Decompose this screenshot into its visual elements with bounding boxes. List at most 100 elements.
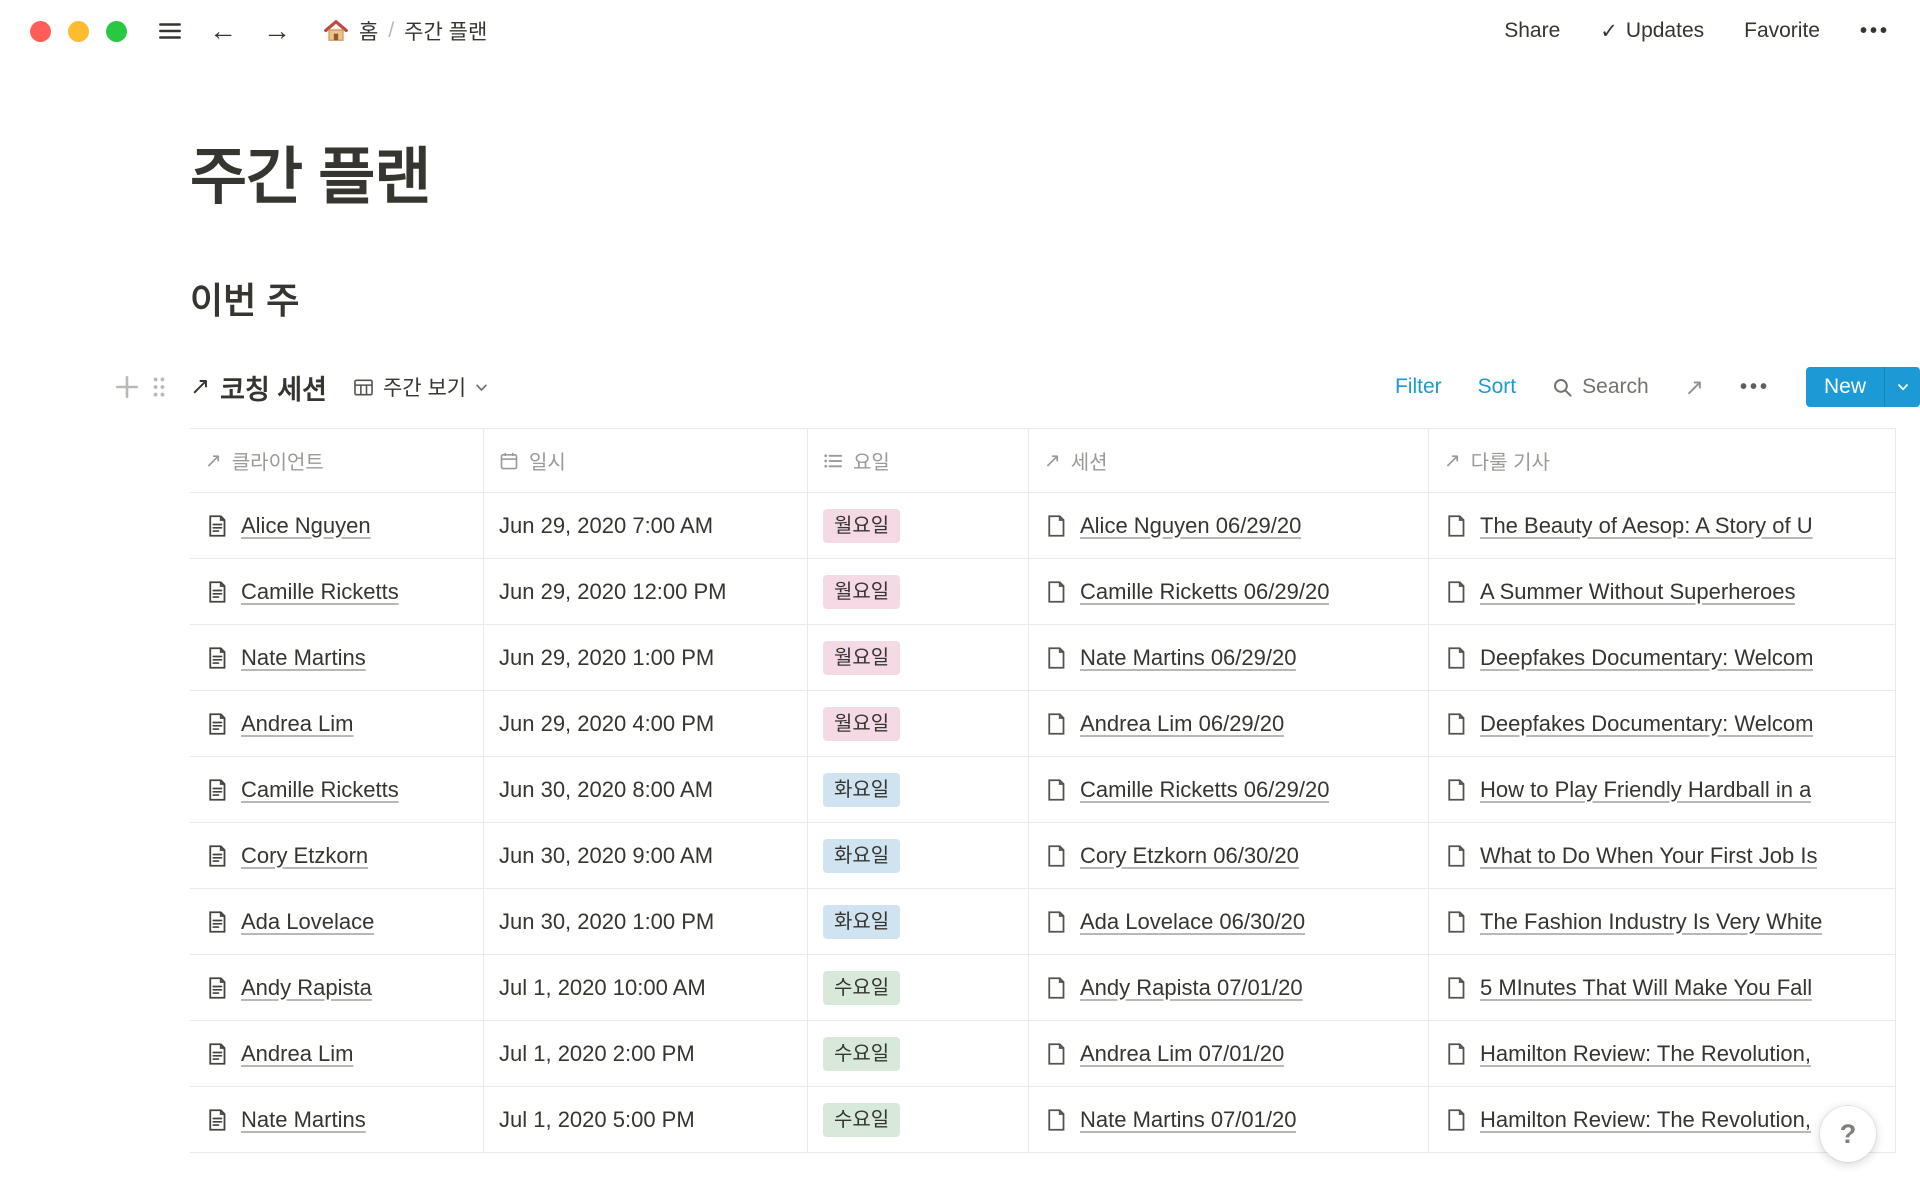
session-link[interactable]: Andy Rapista 07/01/20 <box>1080 975 1303 1001</box>
add-block-icon[interactable] <box>114 374 140 400</box>
article-link[interactable]: What to Do When Your First Job Is <box>1480 843 1817 869</box>
share-button[interactable]: Share <box>1504 19 1560 43</box>
cell-article[interactable]: Deepfakes Documentary: Welcom <box>1429 691 1896 756</box>
cell-article[interactable]: The Fashion Industry Is Very White <box>1429 889 1896 954</box>
cell-client[interactable]: Camille Ricketts <box>190 559 484 624</box>
cell-session[interactable]: Ada Lovelace 06/30/20 <box>1029 889 1429 954</box>
session-link[interactable]: Andrea Lim 06/29/20 <box>1080 711 1284 737</box>
cell-day[interactable]: 화요일 <box>808 823 1029 888</box>
cell-datetime[interactable]: Jul 1, 2020 5:00 PM <box>484 1087 808 1152</box>
cell-article[interactable]: A Summer Without Superheroes <box>1429 559 1896 624</box>
cell-day[interactable]: 수요일 <box>808 1087 1029 1152</box>
cell-day[interactable]: 수요일 <box>808 1021 1029 1086</box>
column-header-article[interactable]: ↗ 다룰 기사 <box>1429 429 1896 492</box>
cell-client[interactable]: Nate Martins <box>190 625 484 690</box>
cell-article[interactable]: 5 MInutes That Will Make You Fall <box>1429 955 1896 1020</box>
session-link[interactable]: Nate Martins 06/29/20 <box>1080 645 1296 671</box>
client-link[interactable]: Camille Ricketts <box>241 579 399 605</box>
cell-datetime[interactable]: Jul 1, 2020 10:00 AM <box>484 955 808 1020</box>
close-window-button[interactable] <box>30 21 51 42</box>
cell-client[interactable]: Camille Ricketts <box>190 757 484 822</box>
search-button[interactable]: Search <box>1552 375 1649 399</box>
favorite-button[interactable]: Favorite <box>1744 19 1820 43</box>
column-header-datetime[interactable]: 일시 <box>484 429 808 492</box>
cell-article[interactable]: The Beauty of Aesop: A Story of U <box>1429 493 1896 558</box>
article-link[interactable]: The Beauty of Aesop: A Story of U <box>1480 513 1813 539</box>
cell-day[interactable]: 수요일 <box>808 955 1029 1020</box>
sidebar-toggle-icon[interactable] <box>157 18 183 44</box>
collection-more-icon[interactable]: ••• <box>1740 376 1770 399</box>
cell-day[interactable]: 월요일 <box>808 625 1029 690</box>
cell-datetime[interactable]: Jun 29, 2020 1:00 PM <box>484 625 808 690</box>
breadcrumb-home[interactable]: 홈 <box>359 16 378 46</box>
cell-client[interactable]: Nate Martins <box>190 1087 484 1152</box>
cell-client[interactable]: Andrea Lim <box>190 1021 484 1086</box>
zoom-window-button[interactable] <box>106 21 127 42</box>
article-link[interactable]: Deepfakes Documentary: Welcom <box>1480 711 1813 737</box>
column-header-day[interactable]: 요일 <box>808 429 1029 492</box>
cell-client[interactable]: Andrea Lim <box>190 691 484 756</box>
client-link[interactable]: Andrea Lim <box>241 711 354 737</box>
drag-handle-icon[interactable] <box>152 376 166 398</box>
cell-datetime[interactable]: Jun 30, 2020 1:00 PM <box>484 889 808 954</box>
article-link[interactable]: 5 MInutes That Will Make You Fall <box>1480 975 1812 1001</box>
cell-datetime[interactable]: Jun 30, 2020 8:00 AM <box>484 757 808 822</box>
session-link[interactable]: Camille Ricketts 06/29/20 <box>1080 777 1329 803</box>
cell-session[interactable]: Cory Etzkorn 06/30/20 <box>1029 823 1429 888</box>
expand-icon[interactable]: ↗ <box>1685 374 1704 401</box>
view-selector[interactable]: 주간 보기 <box>353 372 488 402</box>
client-link[interactable]: Nate Martins <box>241 645 366 671</box>
cell-client[interactable]: Alice Nguyen <box>190 493 484 558</box>
new-button[interactable]: New <box>1806 367 1920 407</box>
cell-session[interactable]: Andy Rapista 07/01/20 <box>1029 955 1429 1020</box>
session-link[interactable]: Andrea Lim 07/01/20 <box>1080 1041 1284 1067</box>
session-link[interactable]: Ada Lovelace 06/30/20 <box>1080 909 1305 935</box>
collection-title[interactable]: ↗ 코칭 세션 <box>190 368 327 407</box>
cell-session[interactable]: Andrea Lim 06/29/20 <box>1029 691 1429 756</box>
client-link[interactable]: Camille Ricketts <box>241 777 399 803</box>
sort-button[interactable]: Sort <box>1478 375 1517 399</box>
article-link[interactable]: How to Play Friendly Hardball in a <box>1480 777 1811 803</box>
column-header-client[interactable]: ↗ 클라이언트 <box>190 429 484 492</box>
filter-button[interactable]: Filter <box>1395 375 1442 399</box>
cell-datetime[interactable]: Jun 30, 2020 9:00 AM <box>484 823 808 888</box>
cell-session[interactable]: Alice Nguyen 06/29/20 <box>1029 493 1429 558</box>
cell-day[interactable]: 월요일 <box>808 691 1029 756</box>
cell-article[interactable]: Hamilton Review: The Revolution, <box>1429 1021 1896 1086</box>
cell-day[interactable]: 월요일 <box>808 559 1029 624</box>
session-link[interactable]: Cory Etzkorn 06/30/20 <box>1080 843 1299 869</box>
forward-icon[interactable]: → <box>263 17 291 45</box>
article-link[interactable]: The Fashion Industry Is Very White <box>1480 909 1822 935</box>
cell-client[interactable]: Andy Rapista <box>190 955 484 1020</box>
session-link[interactable]: Alice Nguyen 06/29/20 <box>1080 513 1301 539</box>
client-link[interactable]: Andrea Lim <box>241 1041 354 1067</box>
cell-article[interactable]: How to Play Friendly Hardball in a <box>1429 757 1896 822</box>
client-link[interactable]: Ada Lovelace <box>241 909 374 935</box>
article-link[interactable]: Deepfakes Documentary: Welcom <box>1480 645 1813 671</box>
client-link[interactable]: Nate Martins <box>241 1107 366 1133</box>
cell-client[interactable]: Ada Lovelace <box>190 889 484 954</box>
help-button[interactable]: ? <box>1820 1106 1876 1162</box>
updates-button[interactable]: ✓ Updates <box>1600 19 1704 44</box>
cell-day[interactable]: 월요일 <box>808 493 1029 558</box>
article-link[interactable]: A Summer Without Superheroes <box>1480 579 1795 605</box>
cell-session[interactable]: Nate Martins 06/29/20 <box>1029 625 1429 690</box>
cell-client[interactable]: Cory Etzkorn <box>190 823 484 888</box>
client-link[interactable]: Andy Rapista <box>241 975 372 1001</box>
cell-datetime[interactable]: Jul 1, 2020 2:00 PM <box>484 1021 808 1086</box>
cell-datetime[interactable]: Jun 29, 2020 4:00 PM <box>484 691 808 756</box>
cell-session[interactable]: Andrea Lim 07/01/20 <box>1029 1021 1429 1086</box>
client-link[interactable]: Cory Etzkorn <box>241 843 368 869</box>
new-button-chevron-icon[interactable] <box>1884 367 1920 407</box>
column-header-session[interactable]: ↗ 세션 <box>1029 429 1429 492</box>
client-link[interactable]: Alice Nguyen <box>241 513 371 539</box>
cell-session[interactable]: Camille Ricketts 06/29/20 <box>1029 559 1429 624</box>
minimize-window-button[interactable] <box>68 21 89 42</box>
cell-session[interactable]: Nate Martins 07/01/20 <box>1029 1087 1429 1152</box>
cell-session[interactable]: Camille Ricketts 06/29/20 <box>1029 757 1429 822</box>
cell-day[interactable]: 화요일 <box>808 889 1029 954</box>
article-link[interactable]: Hamilton Review: The Revolution, <box>1480 1041 1811 1067</box>
back-icon[interactable]: ← <box>209 17 237 45</box>
article-link[interactable]: Hamilton Review: The Revolution, <box>1480 1107 1811 1133</box>
session-link[interactable]: Camille Ricketts 06/29/20 <box>1080 579 1329 605</box>
